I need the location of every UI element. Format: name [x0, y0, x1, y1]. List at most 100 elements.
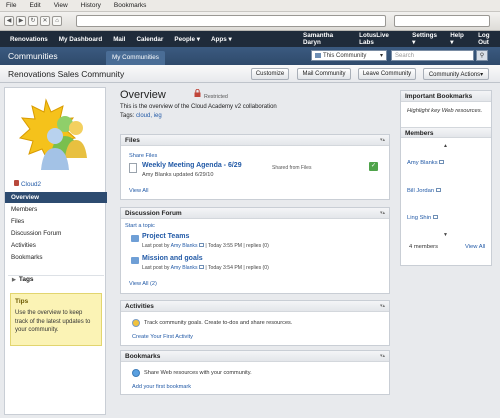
chevron-down-icon: ▾ — [379, 53, 383, 59]
create-activity-link[interactable]: Create Your First Activity — [132, 334, 193, 340]
search-scope-label: This Community — [323, 52, 367, 59]
community-actions-button[interactable]: Community Actions▾ — [423, 68, 489, 80]
sidebar-item-activities[interactable]: Activities — [5, 240, 107, 251]
home-icon[interactable]: ⌂ — [52, 16, 62, 26]
person-card-icon[interactable] — [439, 160, 445, 164]
nav-apps[interactable]: Apps ▾ — [211, 36, 232, 43]
scroll-down-icon[interactable]: ▼ — [443, 232, 448, 238]
bookmarks-text: Share Web resources with your community. — [144, 370, 252, 376]
topic-icon — [131, 235, 139, 242]
nav-renovations[interactable]: Renovations — [10, 36, 48, 43]
topic-author-link[interactable]: Amy Blanks — [171, 265, 198, 271]
add-bookmark-link[interactable]: Add your first bookmark — [132, 384, 191, 390]
sidebar-item-discussion-forum[interactable]: Discussion Forum — [5, 228, 107, 239]
scroll-up-icon[interactable]: ▲ — [443, 143, 448, 149]
nav-help[interactable]: Help ▾ — [450, 32, 467, 46]
topic-title-link[interactable]: Mission and goals — [142, 255, 203, 262]
mail-community-button[interactable]: Mail Community — [297, 68, 351, 80]
forum-view-all-link[interactable]: View All (2) — [129, 281, 157, 287]
search-icon[interactable]: ⚲ — [476, 50, 488, 61]
widget-menu-icon[interactable]: ▾▴ — [380, 353, 385, 359]
file-title-link[interactable]: Weekly Meeting Agenda - 6/29 — [142, 162, 242, 169]
member-link[interactable]: Ling Shin — [407, 215, 438, 221]
community-header: Renovations Sales Community Customize Ma… — [0, 65, 500, 83]
topic-title-link[interactable]: Project Teams — [142, 233, 189, 240]
tags-label: Tags — [18, 276, 34, 283]
reload-icon[interactable]: ↻ — [28, 16, 38, 26]
topic-author-link[interactable]: Amy Blanks — [171, 243, 198, 249]
widget-menu-icon[interactable]: ▾▴ — [380, 303, 385, 309]
topic-time: Today 3:55 PM — [208, 243, 242, 249]
page-title: Overview — [120, 89, 166, 101]
sidebar-item-bookmarks[interactable]: Bookmarks — [5, 252, 107, 263]
menu-file[interactable]: File — [6, 2, 16, 9]
url-bar[interactable] — [76, 15, 386, 27]
menu-edit[interactable]: Edit — [29, 2, 40, 9]
activities-header[interactable]: Activities ▾▴ — [121, 301, 389, 312]
widget-menu-icon[interactable]: ▾▴ — [380, 137, 385, 143]
forum-title: Discussion Forum — [125, 210, 182, 217]
tips-box: Tips Use the overview to keep track of t… — [10, 293, 102, 346]
topic-replies: replies (0) — [246, 243, 269, 249]
bookmarks-title: Bookmarks — [125, 353, 161, 360]
checkmark-icon[interactable]: ✓ — [369, 162, 378, 171]
nav-calendar[interactable]: Calendar — [136, 36, 163, 43]
widget-menu-icon[interactable]: ▾▴ — [380, 210, 385, 216]
org-name[interactable]: LotusLive Labs — [359, 32, 401, 46]
share-files-link[interactable]: Share Files — [129, 153, 157, 159]
activities-title: Activities — [125, 303, 154, 310]
customize-button[interactable]: Customize — [251, 68, 289, 80]
bookmarks-header[interactable]: Bookmarks ▾▴ — [121, 351, 389, 362]
menu-history[interactable]: History — [81, 2, 101, 9]
menu-view[interactable]: View — [54, 2, 68, 9]
tab-my-communities[interactable]: My Communities — [106, 51, 165, 65]
files-header[interactable]: Files ▾▴ — [121, 135, 389, 146]
community-tags: Tags: cloud, ieg — [120, 113, 162, 119]
user-name[interactable]: Samantha Daryn — [303, 32, 348, 46]
start-topic-link[interactable]: Start a topic — [125, 223, 155, 229]
community-search-input[interactable]: Search — [391, 50, 474, 61]
top-navigation: Renovations My Dashboard Mail Calendar P… — [0, 31, 500, 47]
person-card-icon[interactable] — [435, 188, 441, 192]
browser-search-box[interactable] — [394, 15, 490, 27]
forward-icon[interactable]: ▶ — [16, 16, 26, 26]
back-icon[interactable]: ◀ — [4, 16, 14, 26]
menu-bookmarks[interactable]: Bookmarks — [114, 2, 147, 9]
nav-mail[interactable]: Mail — [113, 36, 125, 43]
nav-logout[interactable]: Log Out — [478, 32, 500, 46]
browser-toolbar: ◀ ▶ ↻ ✕ ⌂ — [0, 12, 500, 31]
activity-icon — [132, 319, 140, 327]
left-sidebar: Cloud2 Overview Members Files Discussion… — [4, 87, 107, 415]
member-link[interactable]: Bill Jordan — [407, 188, 441, 194]
community-logo-image — [18, 98, 87, 170]
document-icon — [129, 163, 137, 173]
person-card-icon[interactable] — [198, 265, 204, 269]
nav-settings[interactable]: Settings ▾ — [412, 32, 439, 46]
right-sidebar: Important Bookmarks Highlight key Web re… — [400, 90, 492, 266]
sidebar-item-members[interactable]: Members — [5, 204, 107, 215]
globe-icon — [132, 369, 140, 377]
activities-widget: Activities ▾▴ Track community goals. Crea… — [120, 300, 390, 346]
sidebar-item-files[interactable]: Files — [5, 216, 107, 227]
person-card-icon[interactable] — [198, 243, 204, 247]
leave-community-button[interactable]: Leave Community — [358, 68, 416, 80]
members-count: 4 members — [409, 244, 438, 250]
nav-people[interactable]: People ▾ — [174, 36, 200, 43]
stop-icon[interactable]: ✕ — [40, 16, 50, 26]
sidebar-item-overview[interactable]: Overview — [5, 192, 107, 203]
community-title: Renovations Sales Community — [8, 68, 125, 79]
tag-links[interactable]: cloud, ieg — [136, 113, 162, 119]
member-link[interactable]: Amy Blanks — [407, 160, 445, 166]
files-view-all-link[interactable]: View All — [129, 188, 149, 194]
section-title: Communities — [8, 51, 58, 61]
bookmarks-widget: Bookmarks ▾▴ Share Web resources with you… — [120, 350, 390, 395]
community-description: This is the overview of the Cloud Academ… — [120, 104, 277, 110]
members-view-all-link[interactable]: View All — [465, 244, 485, 250]
activities-text: Track community goals. Create to-dos and… — [144, 320, 293, 326]
forum-header[interactable]: Discussion Forum ▾▴ — [121, 208, 389, 219]
person-card-icon[interactable] — [432, 215, 438, 219]
cloud-link[interactable]: Cloud2 — [14, 180, 41, 188]
tags-section[interactable]: ▶ Tags — [8, 275, 104, 286]
search-scope-select[interactable]: This Community ▾ — [311, 50, 387, 61]
nav-my-dashboard[interactable]: My Dashboard — [59, 36, 102, 43]
